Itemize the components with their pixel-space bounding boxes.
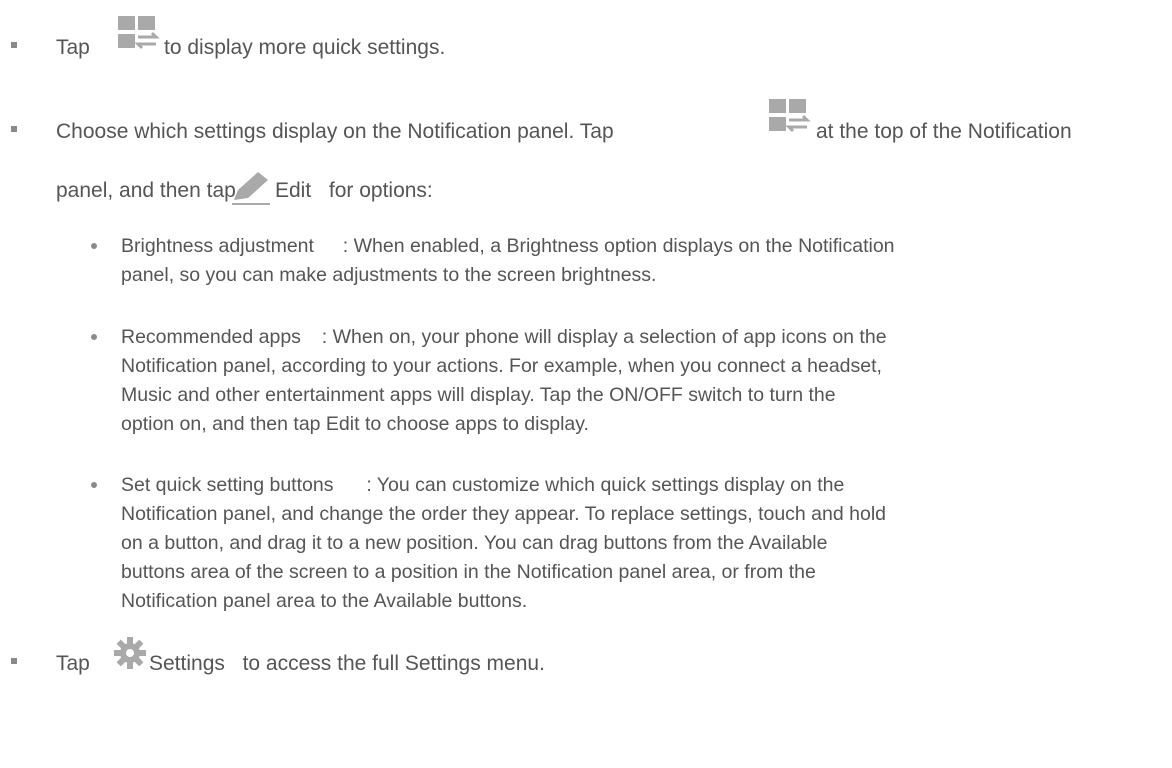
settings-label: Settings [149, 652, 225, 675]
sub-term: Set quick setting buttons [121, 474, 334, 496]
pencil-icon [232, 172, 270, 205]
sub-text: : When on, your phone will display a sel… [321, 326, 887, 348]
sub-line: option on, and then tap Edit to choose a… [121, 411, 589, 438]
item-line: to display more quick settings. [164, 36, 445, 60]
sub-text: Notification panel, according to your ac… [121, 355, 882, 377]
sub-line: Notification panel, according to your ac… [121, 353, 882, 380]
sub-text: panel, so you can make adjustments to th… [121, 264, 657, 286]
item-line: Tap [56, 652, 90, 676]
quick-settings-toggle-icon [118, 16, 160, 50]
item-line: Choose which settings display on the Not… [56, 120, 614, 144]
square-bullet [11, 42, 17, 48]
sub-text: on a button, and drag it to a new positi… [121, 532, 828, 554]
sub-line: Brightness adjustment : When enabled, a … [121, 233, 895, 260]
sub-line: buttons area of the screen to a position… [121, 559, 816, 586]
item-line: Tap [56, 36, 90, 60]
quick-settings-toggle-icon [769, 99, 811, 133]
item-line: Edit for options: [275, 179, 433, 203]
item-line: at the top of the Notification [816, 120, 1072, 144]
sub-text: option on, and then tap Edit to choose a… [121, 413, 589, 435]
edit-label: Edit [275, 179, 312, 202]
sub-term: Brightness adjustment [121, 235, 314, 257]
item-text: for options: [328, 179, 433, 202]
item-text: Tap [56, 36, 90, 59]
sub-text: buttons area of the screen to a position… [121, 561, 816, 583]
document-page: Tap to display more quick settings. Choo… [0, 0, 1172, 768]
sub-text: Notification panel, and change the order… [121, 503, 887, 525]
sub-line: Recommended apps : When on, your phone w… [121, 324, 887, 351]
sub-text: Music and other entertainment apps will … [121, 384, 836, 406]
item-text: panel, and then tap [56, 179, 236, 202]
item-text: Choose which settings display on the Not… [56, 120, 614, 143]
item-text: to access the full Settings menu. [242, 652, 545, 675]
sub-line: Notification panel, and change the order… [121, 501, 886, 528]
sub-line: Notification panel area to the Available… [121, 588, 527, 615]
item-text: Tap [56, 652, 90, 675]
round-bullet [91, 243, 97, 249]
sub-line: Music and other entertainment apps will … [121, 382, 836, 409]
item-line: panel, and then tap [56, 179, 236, 203]
sub-text: Notification panel area to the Available… [121, 590, 528, 612]
sub-text: : You can customize which quick settings… [366, 474, 845, 496]
sub-line: Set quick setting buttons : You can cust… [121, 472, 844, 499]
square-bullet [11, 126, 17, 132]
item-text: to display more quick settings. [164, 36, 446, 59]
gear-icon [114, 637, 146, 669]
round-bullet [91, 334, 97, 340]
sub-term: Recommended apps [121, 326, 301, 348]
item-line: Settings to access the full Settings men… [149, 652, 545, 676]
sub-line: on a button, and drag it to a new positi… [121, 530, 827, 557]
item-text: at the top of the Notification [816, 120, 1072, 143]
square-bullet [11, 658, 17, 664]
round-bullet [91, 482, 97, 488]
sub-text: : When enabled, a Brightness option disp… [342, 235, 895, 257]
sub-line: panel, so you can make adjustments to th… [121, 262, 656, 289]
